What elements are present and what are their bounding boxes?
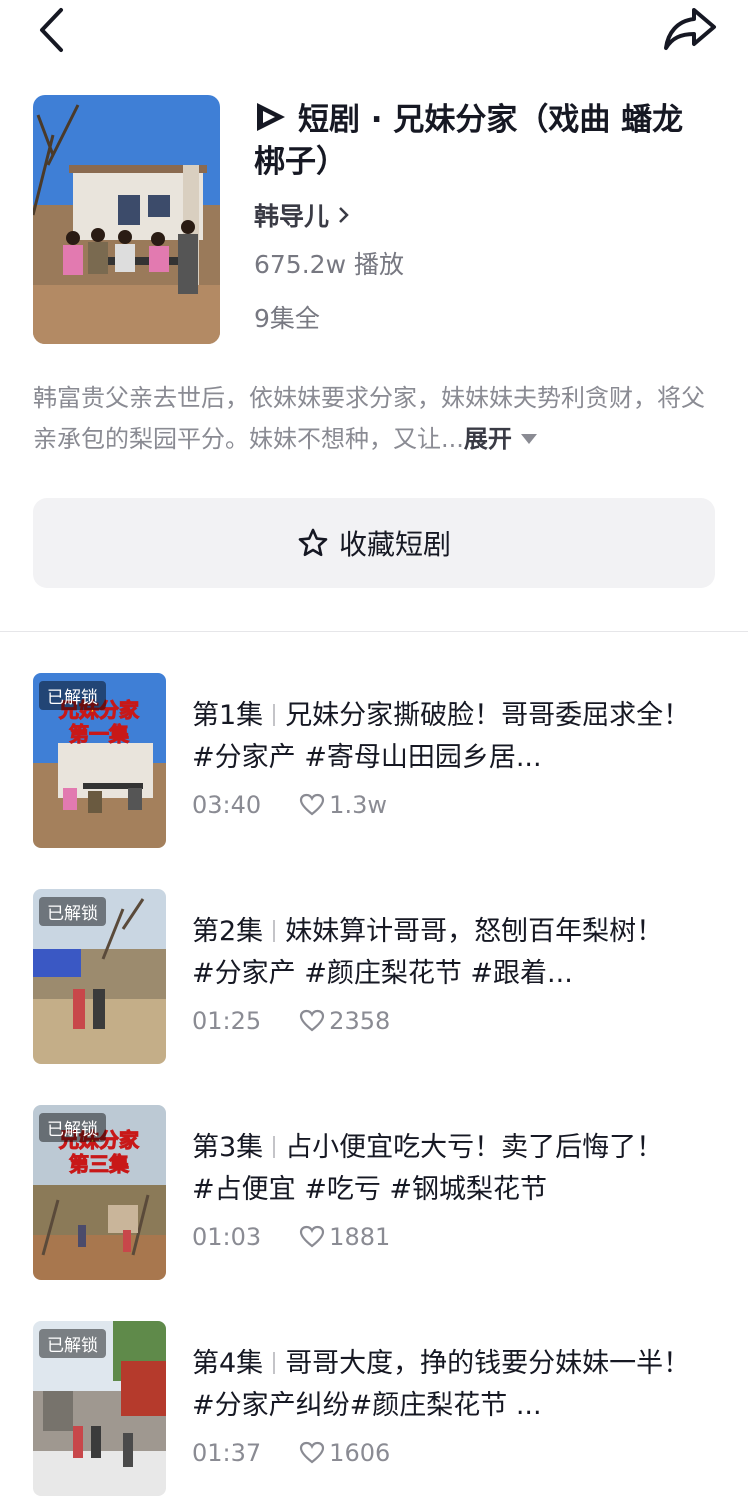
episode-number: 第4集 — [192, 1348, 264, 1379]
author-name: 韩导儿 — [254, 202, 330, 231]
separator — [273, 1352, 276, 1374]
episode-duration: 01:25 — [192, 1007, 262, 1035]
episode-title: 第2集 妹妹算计哥哥，怒刨百年梨树！ #分家产 #颜庄梨花节 #跟着... — [192, 911, 692, 995]
expand-button[interactable]: 展开 — [464, 425, 538, 453]
like-count: 1881 — [299, 1223, 390, 1251]
episode-number: 第1集 — [192, 700, 264, 731]
thumbnail-caption-2: 第三集 — [69, 1152, 130, 1176]
episode-meta: 01:25 2358 — [192, 1007, 692, 1035]
chevron-right-icon — [339, 207, 349, 223]
episode-text: 第4集 哥哥大度，挣的钱要分妹妹一半！ #分家产纠纷#颜庄梨花节 ... 01:3… — [192, 1343, 692, 1467]
drama-info: 短剧 · 兄妹分家（戏曲 蟠龙梆子） 韩导儿 675.2w 播放 9集全 — [254, 99, 714, 335]
collect-label: 收藏短剧 — [338, 528, 451, 561]
back-button[interactable] — [30, 6, 74, 54]
thumbnail-caption-2: 第一集 — [69, 722, 130, 746]
episode-title: 第4集 哥哥大度，挣的钱要分妹妹一半！ #分家产纠纷#颜庄梨花节 ... — [192, 1343, 692, 1427]
unlocked-badge: 已解锁 — [39, 1113, 106, 1142]
description-text: 韩富贵父亲去世后，依妹妹要求分家，妹妹妹夫势利贪财，将父亲承包的梨园平分。妹妹不… — [33, 384, 705, 453]
episode-thumbnail: 已解锁 — [33, 1321, 166, 1496]
episode-duration: 03:40 — [192, 791, 262, 819]
section-divider — [0, 631, 748, 632]
like-count: 1.3w — [299, 791, 387, 819]
episode-meta: 01:37 1606 — [192, 1439, 692, 1467]
caret-down-icon — [520, 434, 537, 444]
episode-text: 第3集 占小便宜吃大亏！卖了后悔了！ #占便宜 #吃亏 #钢城梨花节 01:03 … — [192, 1127, 692, 1251]
like-count-value: 2358 — [329, 1007, 391, 1035]
drama-title-text: 短剧 · 兄妹分家（戏曲 蟠龙梆子） — [254, 102, 684, 180]
episode-thumbnail: 兄妹分家 第三集 已解锁 — [33, 1105, 166, 1280]
episode-title-text: 兄妹分家撕破脸！哥哥委屈求全！ #分家产 #寄母山田园乡居... — [192, 700, 691, 773]
unlocked-badge: 已解锁 — [39, 681, 106, 710]
like-count-value: 1606 — [329, 1439, 391, 1467]
episode-thumbnail: 已解锁 — [33, 889, 166, 1064]
drama-description: 韩富贵父亲去世后，依妹妹要求分家，妹妹妹夫势利贪财，将父亲承包的梨园平分。妹妹不… — [33, 378, 713, 460]
drama-header: 短剧 · 兄妹分家（戏曲 蟠龙梆子） 韩导儿 675.2w 播放 9集全 — [33, 95, 723, 345]
episode-thumbnail: 兄妹分家 第一集 已解锁 — [33, 673, 166, 848]
separator — [273, 920, 276, 942]
episode-number: 第2集 — [192, 916, 264, 947]
episode-meta: 03:40 1.3w — [192, 791, 692, 819]
author-link[interactable]: 韩导儿 — [254, 197, 349, 233]
drama-cover-image[interactable] — [33, 95, 220, 344]
star-icon — [298, 528, 328, 557]
drama-title: 短剧 · 兄妹分家（戏曲 蟠龙梆子） — [254, 99, 714, 183]
separator — [273, 1136, 276, 1158]
episode-item[interactable]: 兄妹分家 第三集 已解锁 第3集 占小便宜吃大亏！卖了后悔了！ #占便宜 #吃亏 … — [33, 1105, 723, 1281]
heart-icon — [300, 1009, 325, 1032]
separator — [273, 704, 276, 726]
heart-icon — [300, 1441, 325, 1464]
back-arrow-icon — [40, 8, 63, 52]
episode-meta: 01:03 1881 — [192, 1223, 692, 1251]
episode-number: 第3集 — [192, 1132, 264, 1163]
like-count-value: 1.3w — [329, 791, 387, 819]
episode-duration: 01:03 — [192, 1223, 262, 1251]
heart-icon — [300, 1225, 325, 1248]
episode-total: 9集全 — [254, 304, 320, 333]
episode-item[interactable]: 已解锁 第2集 妹妹算计哥哥，怒刨百年梨树！ #分家产 #颜庄梨花节 #跟着...… — [33, 889, 723, 1065]
episode-title-text: 哥哥大度，挣的钱要分妹妹一半！ #分家产纠纷#颜庄梨花节 ... — [192, 1348, 691, 1421]
share-icon — [664, 8, 716, 50]
episode-item[interactable]: 已解锁 第4集 哥哥大度，挣的钱要分妹妹一半！ #分家产纠纷#颜庄梨花节 ... … — [33, 1321, 723, 1497]
episode-item[interactable]: 兄妹分家 第一集 已解锁 第1集 兄妹分家撕破脸！哥哥委屈求全！ #分家产 #寄母… — [33, 673, 723, 849]
expand-label: 展开 — [463, 425, 512, 453]
episode-duration: 01:37 — [192, 1439, 262, 1467]
like-count: 2358 — [299, 1007, 390, 1035]
episode-title: 第1集 兄妹分家撕破脸！哥哥委屈求全！ #分家产 #寄母山田园乡居... — [192, 695, 692, 779]
episode-title: 第3集 占小便宜吃大亏！卖了后悔了！ #占便宜 #吃亏 #钢城梨花节 — [192, 1127, 692, 1211]
episode-text: 第1集 兄妹分家撕破脸！哥哥委屈求全！ #分家产 #寄母山田园乡居... 03:4… — [192, 695, 692, 819]
heart-icon — [300, 793, 325, 816]
play-count: 675.2w 播放 — [254, 250, 404, 279]
unlocked-badge: 已解锁 — [39, 1329, 106, 1358]
episode-text: 第2集 妹妹算计哥哥，怒刨百年梨树！ #分家产 #颜庄梨花节 #跟着... 01:… — [192, 911, 692, 1035]
like-count: 1606 — [299, 1439, 390, 1467]
collect-drama-button[interactable]: 收藏短剧 — [33, 498, 715, 588]
share-button[interactable] — [660, 4, 720, 54]
top-bar — [0, 0, 748, 62]
short-drama-logo-icon — [257, 103, 285, 131]
like-count-value: 1881 — [329, 1223, 391, 1251]
unlocked-badge: 已解锁 — [39, 897, 106, 926]
